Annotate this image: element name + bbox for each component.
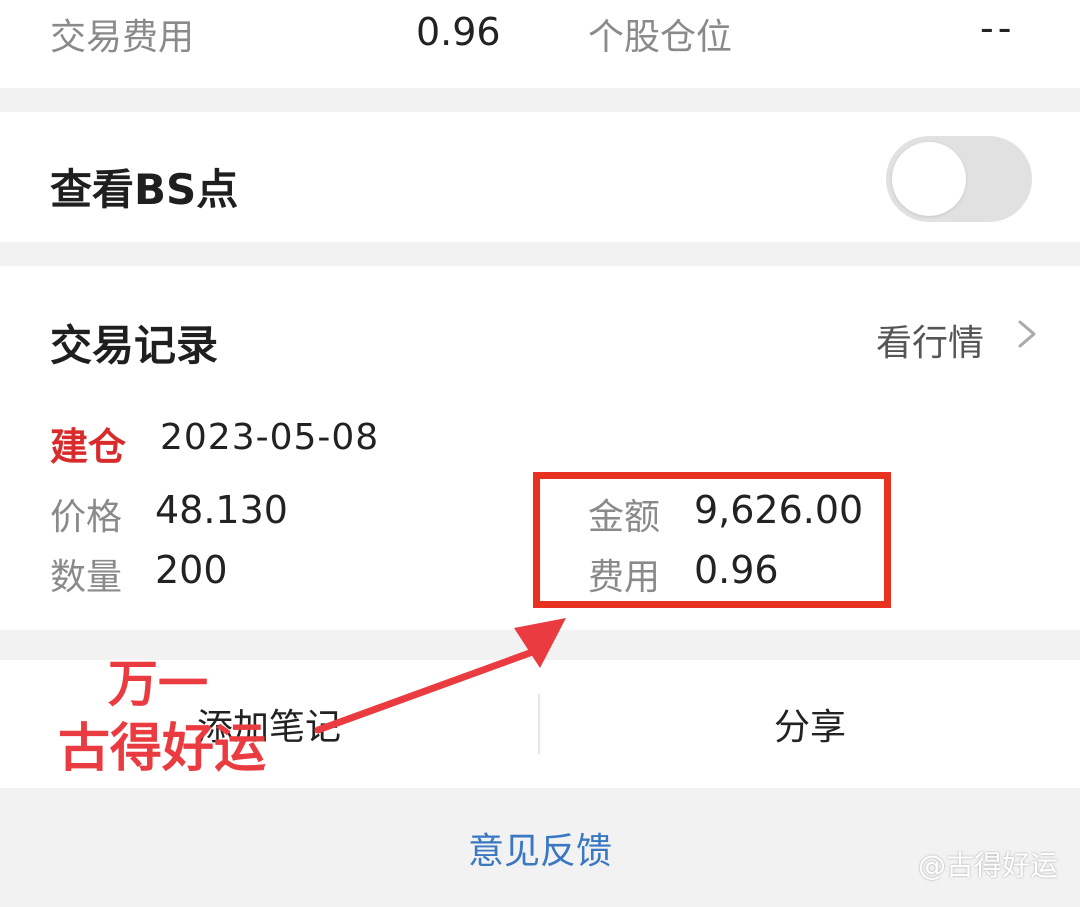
stock-position-label: 个股仓位 (588, 17, 733, 58)
feedback-footer: 意见反馈 @古得好运 (0, 788, 1080, 907)
trade-fee-label: 交易费用 (50, 17, 195, 58)
trade-record-card: 交易记录 看行情 建仓 2023-05-08 价格 48.130 数量 200 … (0, 266, 1080, 630)
annotation-highlight-box (533, 472, 891, 608)
price-label: 价格 (50, 497, 123, 538)
quantity-value: 200 (155, 548, 228, 592)
view-market-link[interactable]: 看行情 (876, 314, 984, 366)
chevron-right-icon[interactable] (1012, 314, 1042, 354)
stats-row: 交易费用 0.96 个股仓位 -- (0, 0, 1080, 88)
open-position-tag: 建仓 (50, 425, 127, 469)
toggle-knob (892, 142, 966, 216)
bs-points-toggle[interactable] (886, 136, 1032, 222)
price-value: 48.130 (155, 488, 288, 532)
trade-date: 2023-05-08 (160, 417, 380, 458)
trade-record-title: 交易记录 (50, 321, 219, 370)
bs-points-row: 查看BS点 (0, 112, 1080, 242)
annotation-text-line2: 古得好运 (58, 719, 267, 779)
share-button[interactable]: 分享 (540, 660, 1080, 788)
stock-position-value: -- (980, 6, 1016, 50)
watermark: @古得好运 (917, 849, 1058, 882)
bs-points-label: 查看BS点 (50, 165, 239, 214)
trade-fee-value: 0.96 (416, 10, 501, 54)
quantity-label: 数量 (50, 557, 123, 598)
